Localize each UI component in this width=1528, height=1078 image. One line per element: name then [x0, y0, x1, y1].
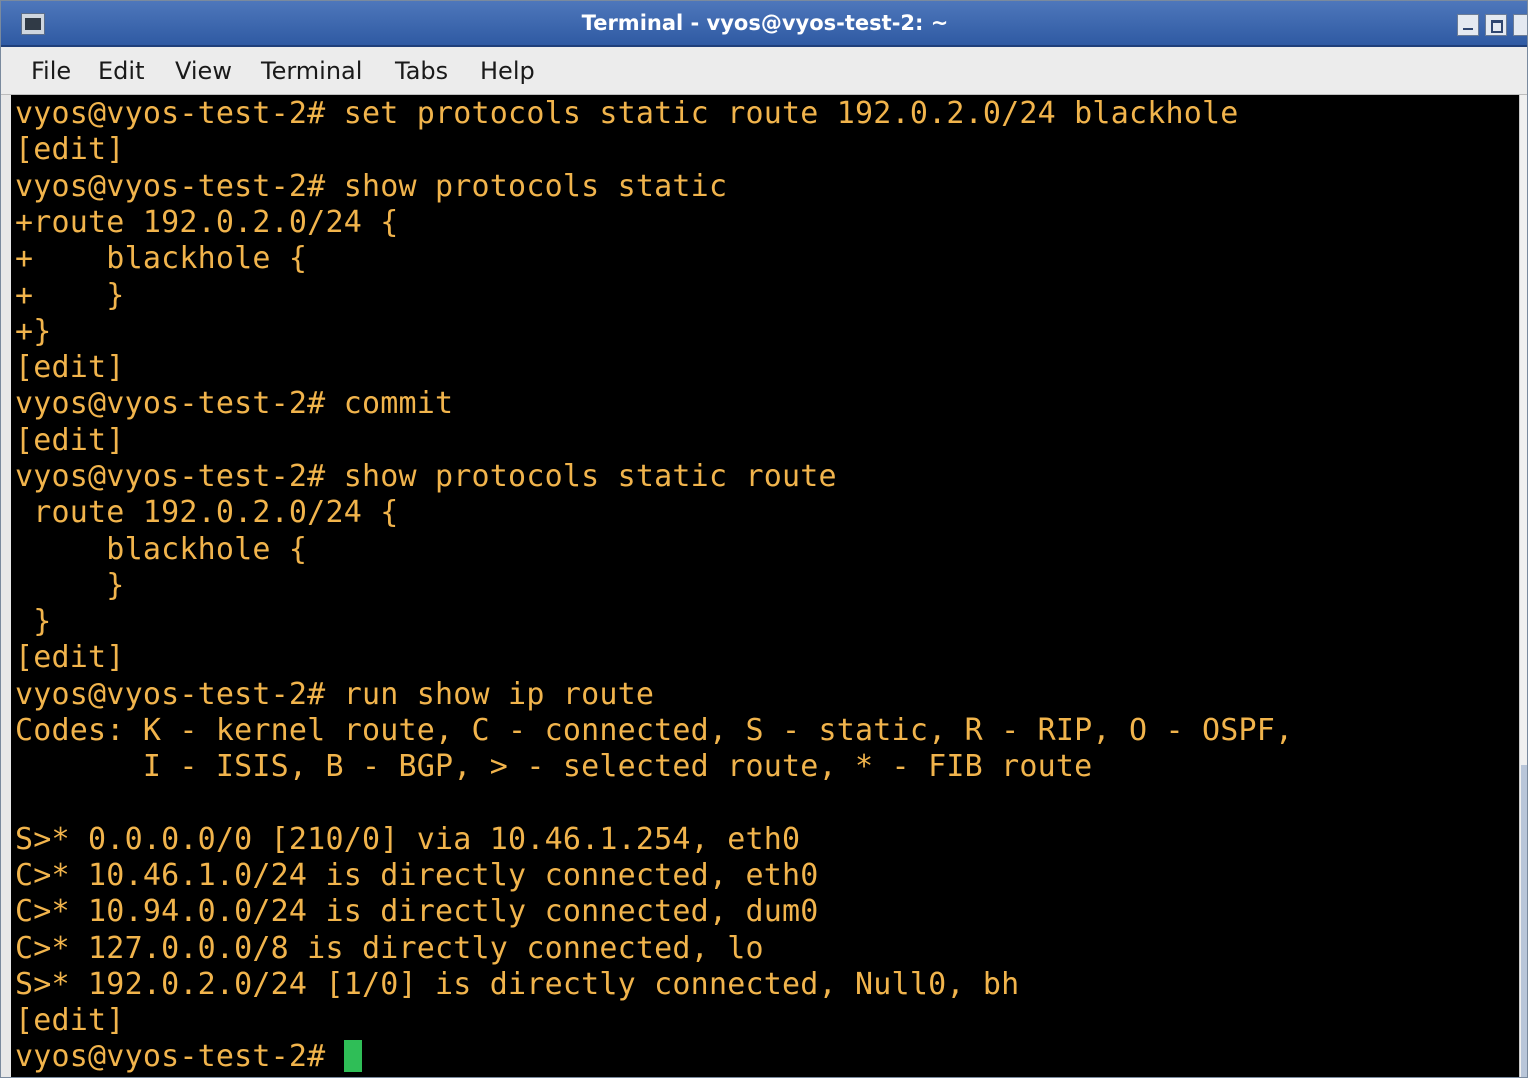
terminal-line: + blackhole {	[15, 241, 308, 276]
close-icon[interactable]	[1513, 14, 1527, 36]
terminal-line: I - ISIS, B - BGP, > - selected route, *…	[15, 749, 1093, 784]
minimize-icon[interactable]	[1457, 14, 1479, 36]
menu-view[interactable]: View	[175, 47, 232, 95]
terminal-line: route 192.0.2.0/24 {	[15, 495, 399, 530]
terminal-line: C>* 127.0.0.0/8 is directly connected, l…	[15, 931, 764, 966]
terminal-line: blackhole {	[15, 532, 308, 567]
prompt-line[interactable]: vyos@vyos-test-2#	[15, 1039, 362, 1075]
terminal-line: vyos@vyos-test-2# commit	[15, 386, 454, 421]
menu-tabs[interactable]: Tabs	[395, 47, 448, 95]
terminal-line: [edit]	[15, 132, 125, 167]
menu-terminal[interactable]: Terminal	[261, 47, 362, 95]
terminal-line: Codes: K - kernel route, C - connected, …	[15, 713, 1294, 748]
terminal-output[interactable]: vyos@vyos-test-2# set protocols static r…	[11, 95, 1519, 1077]
terminal-line: }	[15, 568, 125, 603]
terminal-line: }	[15, 604, 52, 639]
terminal-line: [edit]	[15, 640, 125, 675]
terminal-window: Terminal - vyos@vyos-test-2: ~ File Edit…	[0, 0, 1528, 1078]
menu-edit[interactable]: Edit	[98, 47, 144, 95]
terminal-line: S>* 0.0.0.0/0 [210/0] via 10.46.1.254, e…	[15, 822, 801, 857]
menu-help[interactable]: Help	[480, 47, 535, 95]
terminal-line: +}	[15, 314, 52, 349]
vertical-scrollbar[interactable]	[1519, 95, 1527, 1077]
terminal-line: vyos@vyos-test-2# show protocols static	[15, 169, 728, 204]
window-title: Terminal - vyos@vyos-test-2: ~	[581, 11, 949, 35]
terminal-line: + }	[15, 278, 125, 313]
maximize-icon[interactable]	[1485, 14, 1507, 36]
menu-bar: File Edit View Terminal Tabs Help	[1, 47, 1527, 95]
title-bar[interactable]: Terminal - vyos@vyos-test-2: ~	[1, 1, 1527, 47]
scrollbar-thumb[interactable]	[1521, 765, 1527, 1077]
terminal-line: C>* 10.46.1.0/24 is directly connected, …	[15, 858, 819, 893]
terminal-line: [edit]	[15, 1003, 125, 1038]
cursor-block	[343, 1040, 362, 1072]
menu-file[interactable]: File	[31, 47, 71, 95]
terminal-line: +route 192.0.2.0/24 {	[15, 205, 399, 240]
terminal-line: C>* 10.94.0.0/24 is directly connected, …	[15, 894, 819, 929]
terminal-line: [edit]	[15, 350, 125, 385]
shell-prompt: vyos@vyos-test-2#	[15, 1039, 344, 1074]
terminal-line: S>* 192.0.2.0/24 [1/0] is directly conne…	[15, 967, 1020, 1002]
terminal-line: [edit]	[15, 423, 125, 458]
terminal-line: vyos@vyos-test-2# show protocols static …	[15, 459, 837, 494]
terminal-line: vyos@vyos-test-2# set protocols static r…	[15, 96, 1239, 131]
terminal-line: vyos@vyos-test-2# run show ip route	[15, 677, 655, 712]
